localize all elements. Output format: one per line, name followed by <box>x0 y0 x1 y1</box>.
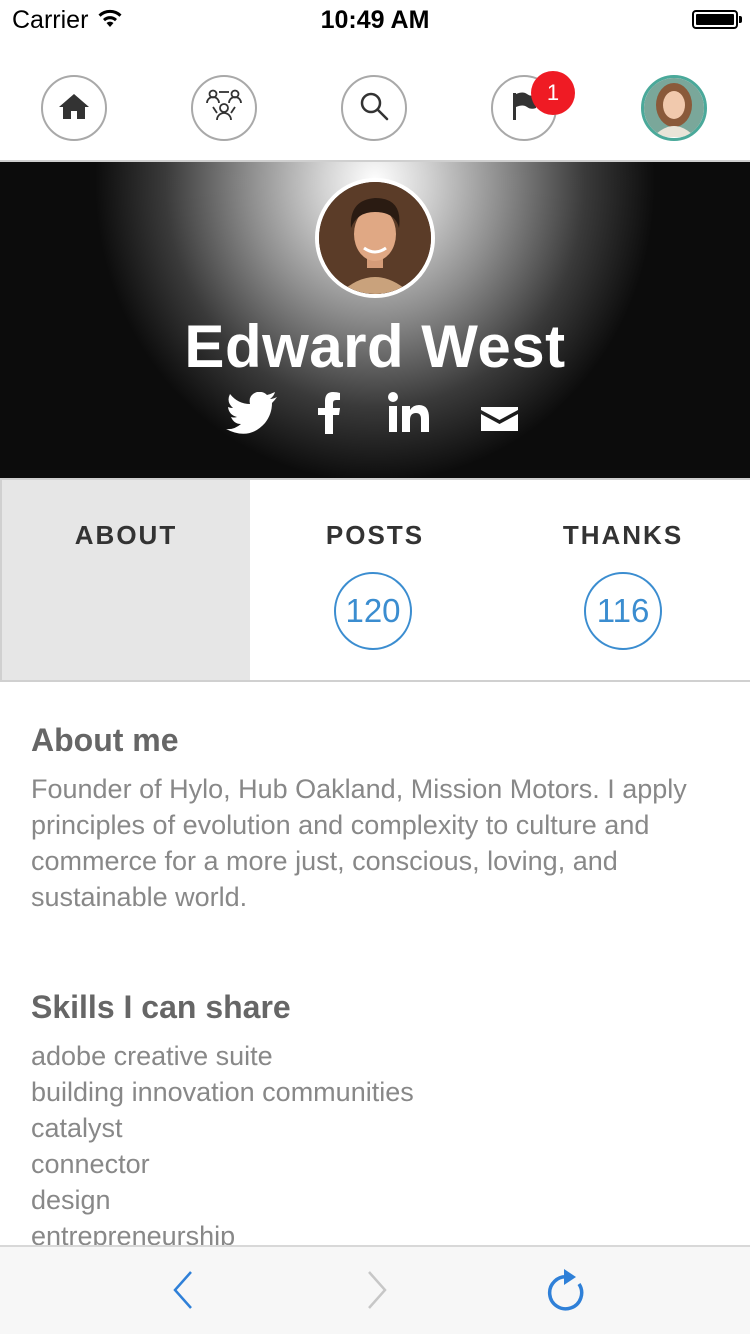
search-icon <box>359 91 389 126</box>
skill-item: catalyst <box>31 1113 123 1143</box>
profile-header: Edward West <box>0 162 750 478</box>
forward-arrow-icon <box>366 1270 388 1315</box>
linkedin-icon[interactable] <box>388 392 430 434</box>
battery-icon <box>692 10 742 29</box>
profile-name: Edward West <box>184 313 566 380</box>
skill-item: connector <box>31 1149 150 1179</box>
about-content: About me Founder of Hylo, Hub Oakland, M… <box>31 722 721 1254</box>
back-button[interactable] <box>158 1267 208 1317</box>
bottom-toolbar <box>0 1245 750 1334</box>
skill-item: adobe creative suite <box>31 1041 273 1071</box>
status-bar: Carrier 10:49 AM <box>0 0 750 42</box>
tab-thanks[interactable]: THANKS 116 <box>498 480 748 680</box>
tab-posts-label: POSTS <box>325 520 425 550</box>
forward-button[interactable] <box>352 1267 402 1317</box>
home-button[interactable] <box>41 75 107 141</box>
about-text: Founder of Hylo, Hub Oakland, Mission Mo… <box>31 774 687 912</box>
user-avatar <box>644 78 704 138</box>
tab-posts[interactable]: POSTS 120 <box>250 480 500 680</box>
tab-thanks-label: THANKS <box>562 520 684 550</box>
refresh-button[interactable] <box>539 1267 589 1317</box>
status-time: 10:49 AM <box>320 6 430 34</box>
notification-badge: 1 <box>531 71 575 115</box>
home-icon <box>58 92 90 125</box>
about-title: About me <box>31 722 179 758</box>
thanks-count: 116 <box>584 572 662 650</box>
email-icon[interactable] <box>481 407 518 431</box>
twitter-icon[interactable] <box>226 392 278 434</box>
skills-list: adobe creative suite building innovation… <box>31 1038 721 1254</box>
search-button[interactable] <box>341 75 407 141</box>
back-arrow-icon <box>172 1270 194 1315</box>
profile-avatar <box>315 178 435 298</box>
refresh-icon <box>544 1268 584 1317</box>
skill-item: design <box>31 1185 111 1215</box>
posts-count: 120 <box>334 572 412 650</box>
community-icon <box>204 87 244 130</box>
top-nav: 1 <box>0 42 750 162</box>
facebook-icon[interactable] <box>317 392 341 434</box>
tab-about-label: ABOUT <box>74 520 178 550</box>
skill-item: building innovation communities <box>31 1077 414 1107</box>
my-profile-button[interactable] <box>641 75 707 141</box>
profile-tabs: ABOUT POSTS 120 THANKS 116 <box>0 478 750 682</box>
tab-about[interactable]: ABOUT <box>0 480 250 680</box>
notifications-button[interactable]: 1 <box>491 71 575 141</box>
communities-button[interactable] <box>191 75 257 141</box>
skills-title: Skills I can share <box>31 989 291 1025</box>
